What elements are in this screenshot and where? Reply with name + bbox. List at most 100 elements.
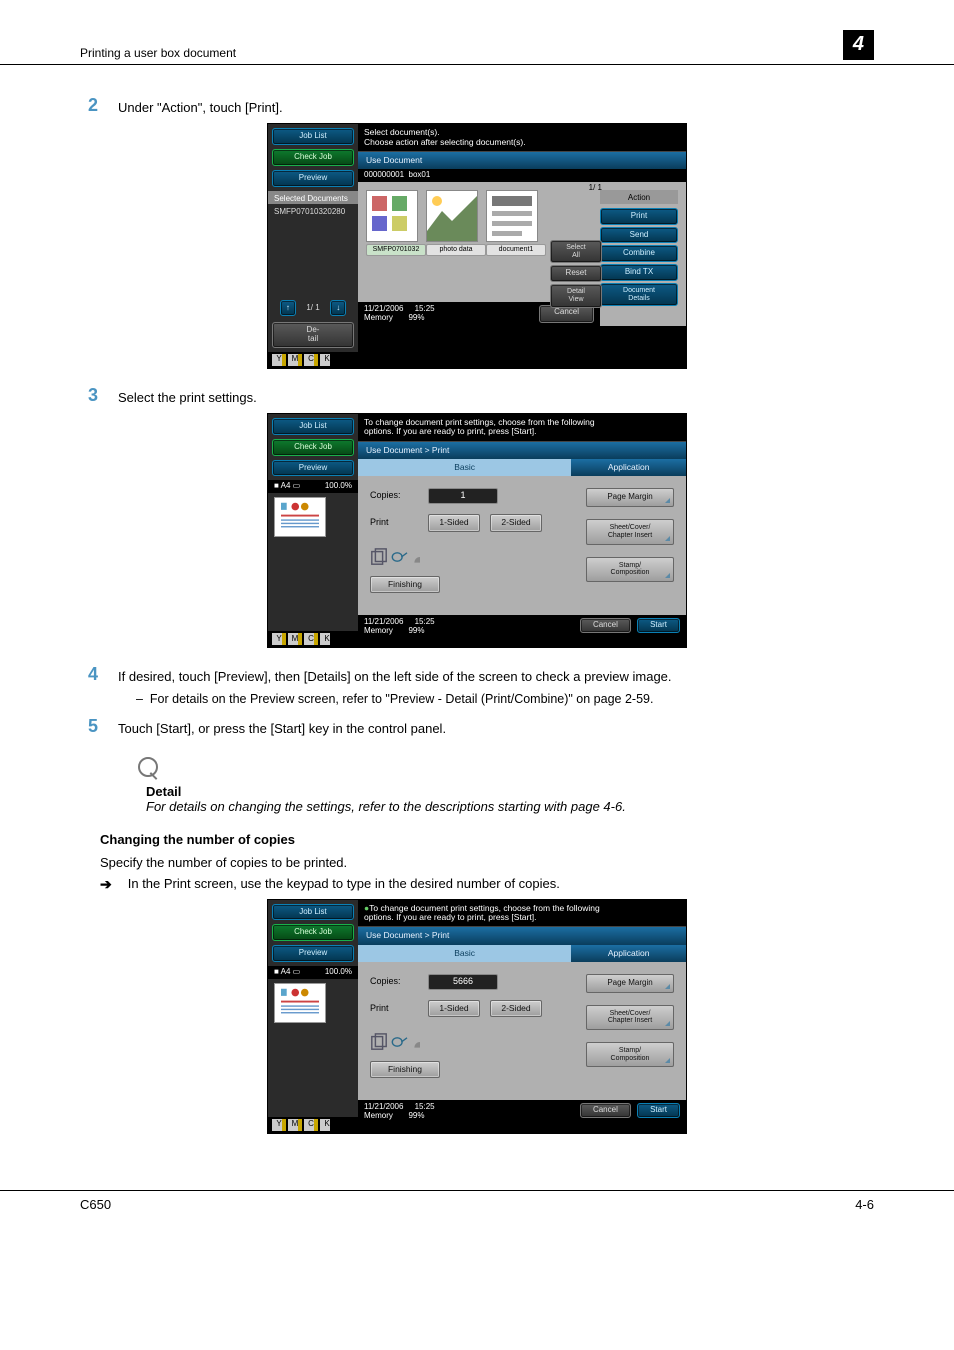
step-number: 4 bbox=[80, 664, 98, 685]
step-3: 3 Select the print settings. bbox=[80, 385, 874, 407]
page-header: Printing a user box document 4 bbox=[0, 0, 954, 65]
preview-button[interactable]: Preview bbox=[272, 170, 354, 187]
print-label: Print bbox=[370, 1004, 418, 1014]
start-button[interactable]: Start bbox=[637, 1103, 680, 1118]
toner-y: Y bbox=[272, 633, 286, 645]
status-time: 15:25 bbox=[415, 1102, 435, 1111]
sheet-cover-button[interactable]: Sheet/Cover/ Chapter Insert bbox=[586, 1005, 674, 1030]
cancel-button[interactable]: Cancel bbox=[580, 1103, 631, 1118]
one-sided-button[interactable]: 1-Sided bbox=[428, 514, 480, 531]
zoom-value: 100.0% bbox=[325, 482, 352, 491]
select-all-button[interactable]: Select All bbox=[550, 240, 602, 263]
memory-value: 99% bbox=[408, 313, 424, 322]
step-number: 3 bbox=[80, 385, 98, 406]
page-footer: C650 4-6 bbox=[0, 1190, 954, 1272]
footer-model: C650 bbox=[80, 1197, 111, 1212]
page-down-button[interactable]: ↓ bbox=[330, 300, 346, 316]
memory-label: Memory bbox=[364, 313, 393, 322]
toner-m: M bbox=[288, 354, 302, 366]
detail-note: Detail For details on changing the setti… bbox=[138, 757, 874, 814]
page-nav: 1/ 1 bbox=[300, 299, 325, 313]
check-job-button[interactable]: Check Job bbox=[272, 149, 354, 166]
sheet-cover-button[interactable]: Sheet/Cover/ Chapter Insert bbox=[586, 519, 674, 544]
memory-value: 99% bbox=[408, 626, 424, 635]
section-heading-copies: Changing the number of copies bbox=[100, 832, 874, 847]
start-button[interactable]: Start bbox=[637, 618, 680, 633]
document-details-button[interactable]: Document Details bbox=[600, 283, 678, 306]
finishing-button[interactable]: Finishing bbox=[370, 576, 440, 593]
printer-panel-print-settings-copies: Job List Check Job Preview ■ A4 ▭ 100.0%… bbox=[267, 899, 687, 1134]
step-number: 2 bbox=[80, 95, 98, 116]
memory-label: Memory bbox=[364, 626, 393, 635]
status-time: 15:25 bbox=[415, 304, 435, 313]
instruction-message: To change document print settings, choos… bbox=[358, 414, 686, 442]
step-4-sub: – For details on the Preview screen, ref… bbox=[136, 692, 874, 706]
tab-application[interactable]: Application bbox=[571, 945, 686, 962]
job-list-button[interactable]: Job List bbox=[272, 128, 354, 145]
copies-label: Copies: bbox=[370, 491, 418, 501]
toner-levels: Y M C K bbox=[268, 1117, 358, 1133]
toner-levels: Y M C K bbox=[268, 631, 358, 647]
printer-panel-print-settings: Job List Check Job Preview ■ A4 ▭ 100.0%… bbox=[267, 413, 687, 648]
check-job-button[interactable]: Check Job bbox=[272, 924, 354, 941]
toner-k: K bbox=[320, 354, 334, 366]
paper-size: A4 bbox=[281, 481, 291, 490]
detail-button[interactable]: De- tail bbox=[272, 322, 354, 348]
footer-page: 4-6 bbox=[855, 1197, 874, 1212]
print-label: Print bbox=[370, 518, 418, 528]
toner-y: Y bbox=[272, 1119, 286, 1131]
status-date: 11/21/2006 bbox=[364, 617, 403, 626]
check-job-button[interactable]: Check Job bbox=[272, 439, 354, 456]
finishing-button[interactable]: Finishing bbox=[370, 1061, 440, 1078]
one-sided-button[interactable]: 1-Sided bbox=[428, 1000, 480, 1017]
combine-button[interactable]: Combine bbox=[600, 245, 678, 262]
page-margin-button[interactable]: Page Margin bbox=[586, 974, 674, 993]
magnifier-icon bbox=[138, 757, 158, 777]
printer-panel-use-document: Job List Check Job Preview Selected Docu… bbox=[267, 123, 687, 369]
copies-field[interactable]: 5666 bbox=[428, 974, 498, 990]
thumb-page-info: 1/ 1 bbox=[589, 184, 602, 193]
job-list-button[interactable]: Job List bbox=[272, 418, 354, 435]
status-date: 11/21/2006 bbox=[364, 304, 403, 313]
toner-c: C bbox=[304, 633, 318, 645]
job-list-button[interactable]: Job List bbox=[272, 904, 354, 921]
page-margin-button[interactable]: Page Margin bbox=[586, 488, 674, 507]
step-text: If desired, touch [Preview], then [Detai… bbox=[118, 664, 672, 686]
toner-levels: Y M C K bbox=[268, 352, 358, 368]
page-up-button[interactable]: ↑ bbox=[280, 300, 296, 316]
tab-basic[interactable]: Basic bbox=[358, 459, 571, 476]
toner-m: M bbox=[288, 1119, 302, 1131]
status-date: 11/21/2006 bbox=[364, 1102, 403, 1111]
preview-button[interactable]: Preview bbox=[272, 945, 354, 962]
step-text: Touch [Start], or press the [Start] key … bbox=[118, 716, 446, 738]
preview-thumb bbox=[274, 497, 326, 537]
breadcrumb-bar: Use Document bbox=[358, 152, 686, 169]
doc-thumb[interactable]: document1 bbox=[486, 190, 546, 256]
toner-k: K bbox=[320, 1119, 334, 1131]
print-button[interactable]: Print bbox=[600, 208, 678, 225]
toner-c: C bbox=[304, 354, 318, 366]
detail-view-button[interactable]: Detail View bbox=[550, 284, 602, 307]
copies-label: Copies: bbox=[370, 977, 418, 987]
two-sided-button[interactable]: 2-Sided bbox=[490, 1000, 542, 1017]
doc-thumb[interactable]: SMFP0701032 bbox=[366, 190, 426, 256]
tab-application[interactable]: Application bbox=[571, 459, 686, 476]
reset-button[interactable]: Reset bbox=[550, 265, 602, 282]
two-sided-button[interactable]: 2-Sided bbox=[490, 514, 542, 531]
copies-field[interactable]: 1 bbox=[428, 488, 498, 504]
preview-button[interactable]: Preview bbox=[272, 460, 354, 477]
tab-basic[interactable]: Basic bbox=[358, 945, 571, 962]
bind-tx-button[interactable]: Bind TX bbox=[600, 264, 678, 281]
arrow-icon: ➔ bbox=[100, 876, 112, 893]
memory-label: Memory bbox=[364, 1111, 393, 1120]
cancel-button[interactable]: Cancel bbox=[580, 618, 631, 633]
selected-document-name: SMFP07010320280 bbox=[268, 204, 358, 218]
zoom-value: 100.0% bbox=[325, 968, 352, 977]
action-header: Action bbox=[600, 190, 678, 204]
doc-thumb[interactable]: photo data bbox=[426, 190, 486, 256]
stamp-composition-button[interactable]: Stamp/ Composition bbox=[586, 1042, 674, 1067]
stamp-composition-button[interactable]: Stamp/ Composition bbox=[586, 557, 674, 582]
copies-intro: Specify the number of copies to be print… bbox=[100, 855, 874, 870]
detail-body: For details on changing the settings, re… bbox=[146, 799, 874, 814]
send-button[interactable]: Send bbox=[600, 227, 678, 244]
